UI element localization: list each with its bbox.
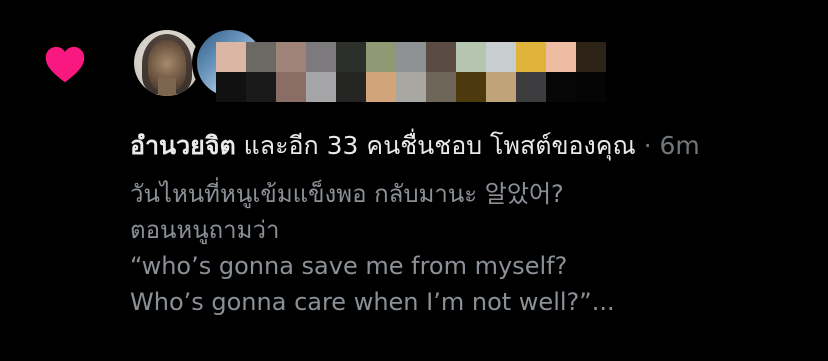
pixel-block	[336, 42, 366, 72]
post-preview-line: “who’s gonna save me from myself?	[130, 252, 568, 280]
pixel-block	[456, 72, 486, 102]
pixel-block	[396, 42, 426, 72]
timestamp: 6m	[659, 131, 700, 160]
pixel-block	[426, 42, 456, 72]
pixel-block	[576, 72, 606, 102]
pixel-block	[606, 42, 636, 72]
pixel-block	[516, 72, 546, 102]
post-preview-line: Who’s gonna care when I’m not well?”...	[130, 288, 615, 316]
pixel-block	[606, 72, 636, 102]
pixel-block	[486, 42, 516, 72]
pixel-block	[336, 72, 366, 102]
post-preview-line: ตอนหนูถามว่า	[130, 216, 280, 244]
avatar-neck-shape	[158, 78, 176, 96]
pixel-block	[546, 42, 576, 72]
post-preview: วันไหนที่หนูเข้มแข็งพอ กลับมานะ 알았어? ตอน…	[130, 176, 810, 320]
pixel-block	[216, 42, 246, 72]
post-preview-line: วันไหนที่หนูเข้มแข็งพอ กลับมานะ 알았어?	[130, 180, 564, 208]
pixel-block	[486, 72, 516, 102]
action-text: และอีก 33 คนชื่นชอบ โพสต์ของคุณ	[235, 131, 636, 160]
heart-icon	[44, 44, 86, 84]
pixel-block	[276, 42, 306, 72]
like-notification[interactable]: อำนวยจิต และอีก 33 คนชื่นชอบ โพสต์ของคุณ…	[0, 0, 828, 361]
pixel-block	[366, 72, 396, 102]
pixel-block	[276, 72, 306, 102]
pixel-block	[306, 72, 336, 102]
pixel-block	[456, 42, 486, 72]
pixel-block	[516, 42, 546, 72]
pixelated-avatars-redaction	[216, 42, 636, 102]
separator-dot: ·	[635, 131, 660, 160]
pixel-block	[546, 72, 576, 102]
pixel-block	[246, 72, 276, 102]
notification-headline: อำนวยจิต และอีก 33 คนชื่นชอบ โพสต์ของคุณ…	[130, 128, 810, 164]
pixel-block	[426, 72, 456, 102]
avatar[interactable]	[134, 30, 200, 96]
pixel-block	[576, 42, 606, 72]
pixel-block	[216, 72, 246, 102]
liker-name[interactable]: อำนวยจิต	[130, 131, 236, 160]
notification-content[interactable]: อำนวยจิต และอีก 33 คนชื่นชอบ โพสต์ของคุณ…	[130, 128, 810, 320]
pixel-block	[366, 42, 396, 72]
pixel-block	[396, 72, 426, 102]
pixel-block	[246, 42, 276, 72]
pixel-block	[306, 42, 336, 72]
